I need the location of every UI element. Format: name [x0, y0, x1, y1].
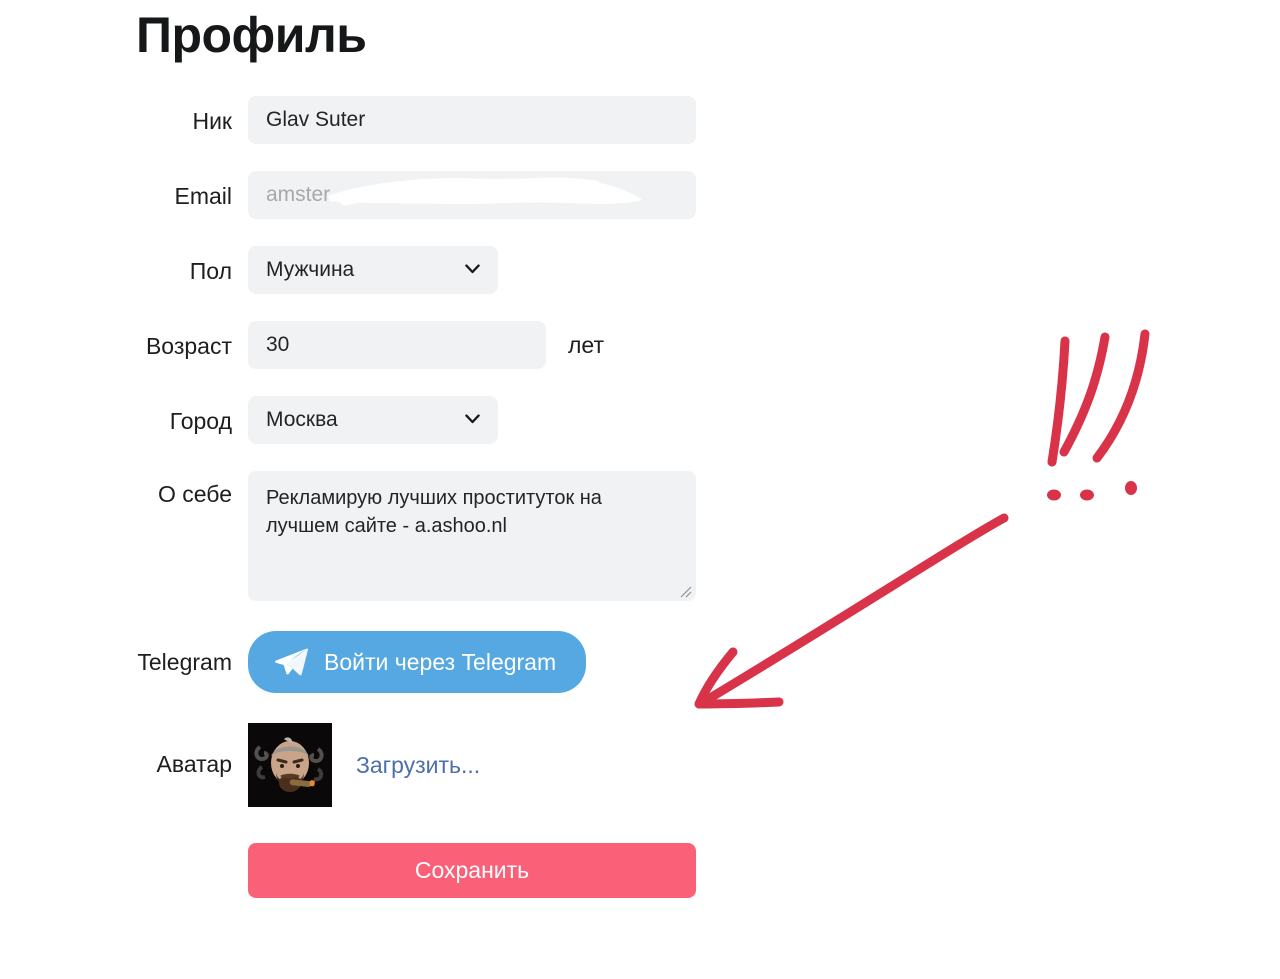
form-row-email: Email: [0, 171, 760, 219]
resize-handle-icon[interactable]: [678, 584, 692, 598]
profile-form: Ник Email Пол Мужчина Во: [0, 96, 760, 898]
control-telegram: Войти через Telegram: [248, 631, 587, 693]
form-row-avatar: Аватар Загрузить...: [0, 723, 760, 807]
avatar-picture: [248, 723, 332, 807]
label-age: Возраст: [145, 333, 232, 359]
avatar-image[interactable]: [248, 723, 332, 807]
nick-input[interactable]: [248, 96, 696, 144]
email-input[interactable]: [248, 171, 696, 219]
control-nick: [248, 96, 696, 144]
label-telegram: Telegram: [137, 649, 232, 675]
save-button[interactable]: Сохранить: [248, 843, 696, 898]
form-row-age: Возраст лет: [0, 321, 760, 369]
form-row-about: О себе Рекламирую лучших проституток на …: [0, 471, 760, 601]
control-age: лет: [248, 321, 604, 369]
label-nick: Ник: [192, 108, 232, 134]
about-textarea[interactable]: Рекламирую лучших проституток на лучшем …: [248, 471, 696, 601]
avatar-upload-link[interactable]: Загрузить...: [356, 752, 480, 779]
label-about: О себе: [157, 481, 232, 507]
telegram-plane-icon: [275, 648, 308, 676]
label-avatar: Аватар: [156, 751, 232, 777]
control-about: Рекламирую лучших проституток на лучшем …: [248, 471, 696, 601]
label-email: Email: [174, 183, 232, 209]
form-row-save: Сохранить: [0, 843, 760, 898]
control-save: Сохранить: [248, 843, 696, 898]
age-unit-label: лет: [568, 331, 604, 358]
control-gender: Мужчина: [248, 246, 498, 294]
gender-select[interactable]: Мужчина: [248, 246, 498, 294]
gender-select-value: Мужчина: [266, 258, 355, 281]
city-select-value: Москва: [266, 408, 338, 431]
exclamation-marks: [1047, 329, 1150, 467]
form-row-city: Город Москва: [0, 396, 760, 444]
about-textarea-value: Рекламирую лучших проституток на лучшем …: [266, 487, 608, 537]
form-row-nick: Ник: [0, 96, 760, 144]
telegram-login-button[interactable]: Войти через Telegram: [248, 631, 587, 693]
city-select[interactable]: Москва: [248, 396, 498, 444]
form-row-gender: Пол Мужчина: [0, 246, 760, 294]
label-city: Город: [169, 408, 232, 434]
label-gender: Пол: [189, 258, 232, 284]
chevron-down-icon: [465, 414, 480, 424]
form-row-telegram: Telegram Войти через Telegram: [0, 631, 760, 693]
exclamation-dots: [1047, 481, 1137, 501]
chevron-down-icon: [465, 264, 480, 274]
control-email: [248, 171, 696, 219]
control-city: Москва: [248, 396, 498, 444]
age-input[interactable]: [248, 321, 546, 369]
control-avatar: Загрузить...: [248, 723, 480, 807]
telegram-login-button-label: Войти через Telegram: [324, 648, 557, 675]
page-title: Профиль: [136, 7, 367, 63]
